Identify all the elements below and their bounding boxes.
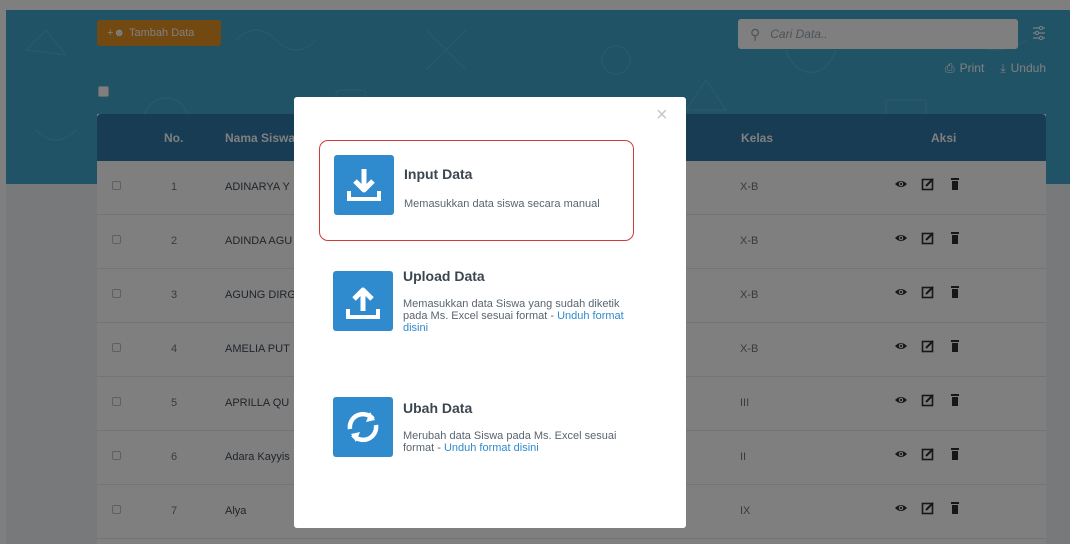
option-description: Memasukkan data siswa secara manual	[404, 198, 644, 210]
sync-icon	[333, 397, 393, 457]
download-format-link[interactable]: Unduh format disini	[444, 442, 539, 454]
upload-tray-icon	[333, 271, 393, 331]
option-description-text: Memasukkan data siswa secara manual	[404, 198, 600, 210]
option-description: Merubah data Siswa pada Ms. Excel sesuai…	[403, 430, 643, 454]
option-title: Ubah Data	[403, 400, 473, 416]
option-change-data[interactable]: Ubah Data Merubah data Siswa pada Ms. Ex…	[319, 397, 634, 467]
option-description: Memasukkan data Siswa yang sudah diketik…	[403, 298, 643, 334]
page: +☻ Tambah Data ⚲ Cari Data.. ⎙Print ⤓Und…	[0, 0, 1070, 544]
option-input-data[interactable]: Input Data Memasukkan data siswa secara …	[319, 140, 634, 241]
import-options-modal: × Input Data Memasukkan data siswa secar…	[294, 97, 686, 528]
download-tray-icon	[334, 155, 394, 215]
option-title: Upload Data	[403, 268, 485, 284]
close-icon[interactable]: ×	[656, 105, 668, 125]
option-upload-data[interactable]: Upload Data Memasukkan data Siswa yang s…	[319, 265, 634, 355]
option-title: Input Data	[404, 166, 473, 182]
